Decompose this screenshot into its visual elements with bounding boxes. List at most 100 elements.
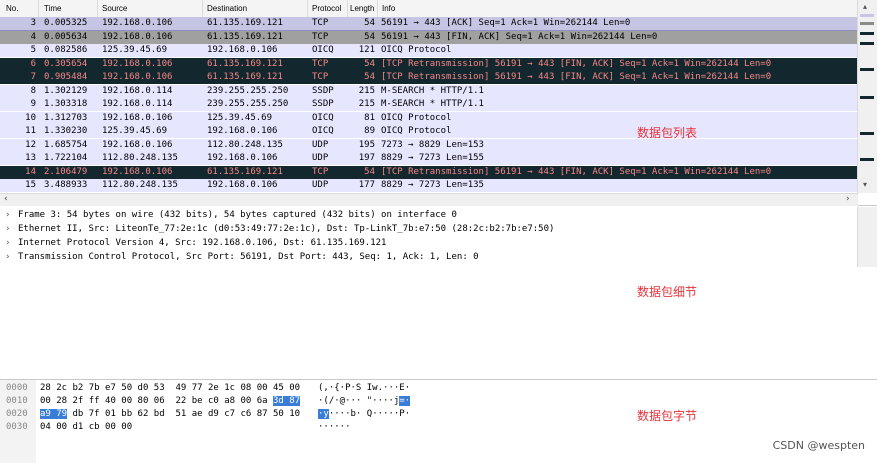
column-time[interactable]: Time [44,4,61,13]
column-no[interactable]: No. [6,4,18,13]
cell-time: 0.082586 [44,45,88,55]
cell-proto: OICQ [312,126,334,136]
byte-ascii[interactable]: (,·{·P·S Iw.···E· [318,383,410,396]
cell-src: 192.168.0.106 [102,166,173,177]
chevron-right-icon[interactable]: › [6,224,18,234]
cell-len: 54 [364,31,375,42]
scroll-left-icon[interactable]: ‹ [4,194,8,204]
cell-src: 192.168.0.106 [102,139,173,150]
cell-info: OICQ Protocol [381,45,452,55]
cell-src: 192.168.0.114 [102,85,173,96]
cell-dst: 61.135.169.121 [207,18,283,28]
column-info[interactable]: Info [382,4,395,13]
cell-proto: TCP [312,72,329,82]
cell-dst: 239.255.255.250 [207,99,289,109]
byte-ascii[interactable]: ·(/·@··· "····j=· [318,396,411,409]
cell-no: 7 [30,72,36,82]
cell-len: 54 [364,18,375,28]
cell-dst: 192.168.0.106 [207,126,278,136]
cell-proto: UDP [312,139,329,150]
cell-dst: 192.168.0.106 [207,180,278,190]
cell-no: 12 [25,139,36,150]
cell-dst: 112.80.248.135 [207,139,283,150]
cell-no: 11 [25,126,36,136]
packet-list-horizontal-scrollbar[interactable]: ‹ › [0,193,858,206]
packet-row[interactable]: 15 3.488933 112.80.248.135 192.168.0.106 UDP… [0,179,858,192]
packet-row[interactable]: 4 0.005634 192.168.0.106 61.135.169.121 TCP 5… [0,30,858,44]
column-destination[interactable]: Destination [207,4,247,13]
packet-list-vertical-scrollbar[interactable]: ▴ ▾ [857,0,877,193]
cell-no: 6 [30,58,36,69]
packet-row[interactable]: 13 1.722104 112.80.248.135 192.168.0.106 UDP… [0,152,858,165]
cell-len: 54 [364,58,375,69]
ascii-segment: ·(/·@··· "····j [318,396,400,406]
cell-time: 0.905484 [44,72,88,82]
byte-offset: 0030 [6,422,28,432]
detail-row-frame[interactable]: › Frame 3: 54 bytes on wire (432 bits), 5… [6,210,457,223]
cell-src: 192.168.0.106 [102,112,173,123]
scroll-down-icon[interactable]: ▾ [863,180,867,189]
packet-list-header: No. Time Source Destination Protocol Len… [0,0,858,18]
column-source[interactable]: Source [102,4,127,13]
scroll-up-icon[interactable]: ▴ [863,2,867,11]
cell-proto: OICQ [312,112,334,123]
cell-len: 89 [364,126,375,136]
packet-row[interactable]: 12 1.685754 192.168.0.106 112.80.248.135 UDP… [0,138,858,152]
packet-details-scrollbar[interactable] [857,207,877,267]
cell-info: [TCP Retransmission] 56191 → 443 [FIN, A… [381,72,772,82]
cell-time: 1.303318 [44,99,88,109]
cell-proto: UDP [312,153,329,163]
cell-proto: TCP [312,18,329,28]
packet-row[interactable]: 11 1.330230 125.39.45.69 192.168.0.106 OICQ 8… [0,125,858,138]
cell-proto: SSDP [312,99,334,109]
packet-row[interactable]: 6 0.305654 192.168.0.106 61.135.169.121 TCP 5… [0,57,858,71]
cell-no: 13 [25,153,36,163]
byte-ascii[interactable]: ······ [318,422,351,435]
cell-info: OICQ Protocol [381,126,452,136]
byte-hex[interactable]: a9 79 db 7f 01 bb 62 bd 51 ae d9 c7 c6 8… [40,409,300,422]
hex-segment: 28 2c b2 7b e7 50 d0 53 49 77 2e 1c 08 0… [40,383,301,393]
annotation-packet-details: 数据包细节 [637,285,698,299]
byte-offset: 0000 [6,383,28,393]
cell-src: 192.168.0.106 [102,31,173,42]
cell-dst: 192.168.0.106 [207,45,278,55]
chevron-right-icon[interactable]: › [6,238,18,248]
cell-time: 0.005634 [44,31,88,42]
watermark: CSDN @wespten [772,439,865,452]
packet-row[interactable]: 5 0.082586 125.39.45.69 192.168.0.106 OICQ 12… [0,44,858,57]
cell-src: 192.168.0.114 [102,99,173,109]
chevron-right-icon[interactable]: › [6,252,18,262]
column-length[interactable]: Length [350,4,374,13]
cell-no: 10 [25,112,36,123]
byte-hex[interactable]: 00 28 2f ff 40 00 80 06 22 be c0 a8 00 6… [40,396,301,409]
scroll-right-icon[interactable]: › [846,194,850,204]
packet-row[interactable]: 14 2.106479 192.168.0.106 61.135.169.121 TCP… [0,165,858,179]
ascii-segment: ····b· Q·····P· [328,409,411,419]
cell-len: 215 [358,99,375,109]
column-protocol[interactable]: Protocol [312,4,341,13]
packet-row[interactable]: 9 1.303318 192.168.0.114 239.255.255.250 SSD… [0,98,858,111]
byte-hex[interactable]: 28 2c b2 7b e7 50 d0 53 49 77 2e 1c 08 0… [40,383,300,396]
packet-row[interactable]: 8 1.302129 192.168.0.114 239.255.255.250 SSD… [0,84,858,98]
packet-row[interactable]: 7 0.905484 192.168.0.106 61.135.169.121 TCP 5… [0,71,858,84]
cell-no: 14 [25,166,36,177]
byte-offset: 0010 [6,396,28,406]
byte-ascii[interactable]: ·y····b· Q·····P· [318,409,410,422]
cell-dst: 125.39.45.69 [207,112,273,123]
detail-row-ip[interactable]: › Internet Protocol Version 4, Src: 192.1… [6,238,386,251]
hex-selected: 3d 87 [273,396,301,406]
cell-proto: TCP [312,166,329,177]
cell-no: 8 [30,85,36,96]
packet-row[interactable]: 3 0.005325 192.168.0.106 61.135.169.121 TCP 5… [0,17,858,31]
byte-hex[interactable]: 04 00 d1 cb 00 00 [40,422,132,435]
detail-row-ethernet[interactable]: › Ethernet II, Src: LiteonTe_77:2e:1c (d0… [6,224,554,237]
hex-segment: 04 00 d1 cb 00 00 [40,422,133,432]
cell-proto: TCP [312,58,329,69]
cell-time: 1.722104 [44,153,88,163]
cell-no: 5 [30,45,36,55]
chevron-right-icon[interactable]: › [6,210,18,220]
cell-time: 1.312703 [44,112,88,123]
packet-row[interactable]: 10 1.312703 192.168.0.106 125.39.45.69 OICQ 8… [0,111,858,125]
detail-row-tcp[interactable]: › Transmission Control Protocol, Src Port… [6,252,479,265]
packet-bytes-pane: 0000 28 2c b2 7b e7 50 d0 53 49 77 2e 1c … [0,379,877,463]
